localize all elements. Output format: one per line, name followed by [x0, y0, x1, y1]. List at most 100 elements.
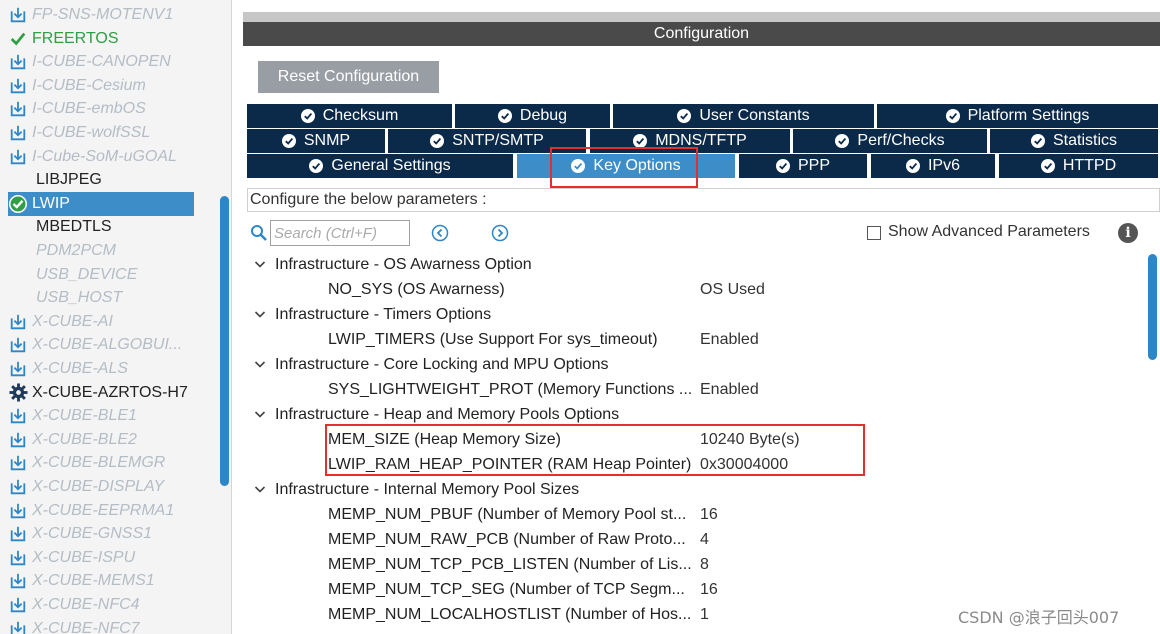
tab-label: Statistics — [1052, 132, 1117, 149]
param-value[interactable]: 16 — [700, 581, 718, 599]
param-value[interactable]: 16 — [700, 506, 718, 524]
tab-ppp[interactable]: PPP — [739, 154, 869, 178]
tab-label: SNTP/SMTP — [452, 132, 544, 149]
sidebar-item[interactable]: X-CUBE-ALGOBUI... — [8, 333, 194, 357]
chevron-down-icon[interactable] — [253, 257, 267, 271]
tree-param-row[interactable]: MEMP_NUM_TCP_SEG (Number of TCP Segm... 1… — [247, 577, 1147, 602]
sidebar-item[interactable]: I-CUBE-embOS — [8, 97, 194, 121]
sidebar-item[interactable]: LIBJPEG — [8, 168, 194, 192]
check-circle-icon — [430, 134, 445, 148]
sidebar-item[interactable]: X-CUBE-ISPU — [8, 546, 194, 570]
sidebar-item[interactable]: PDM2PCM — [8, 239, 194, 263]
sidebar-item[interactable]: I-CUBE-wolfSSL — [8, 121, 194, 145]
tab-snmp[interactable]: SNMP — [247, 129, 387, 153]
tree-group-row[interactable]: Infrastructure - Core Locking and MPU Op… — [247, 352, 1147, 377]
sidebar-item[interactable]: X-CUBE-DISPLAY — [8, 475, 194, 499]
param-value[interactable]: 8 — [700, 556, 709, 574]
tree-param-row[interactable]: MEMP_NUM_PBUF (Number of Memory Pool st.… — [247, 502, 1147, 527]
param-value[interactable]: OS Used — [700, 281, 765, 299]
reset-configuration-button[interactable]: Reset Configuration — [258, 61, 439, 93]
search-next-icon[interactable] — [491, 224, 509, 242]
sidebar-item[interactable]: FREERTOS — [8, 27, 194, 51]
download-icon — [8, 76, 28, 96]
sidebar-item-label: X-CUBE-ALGOBUI... — [32, 336, 183, 354]
sidebar-item-label: X-CUBE-MEMS1 — [32, 572, 155, 590]
search-icon — [251, 225, 267, 241]
tree-group-row[interactable]: Infrastructure - OS Awarness Option — [247, 252, 1147, 277]
search-previous-icon[interactable] — [431, 224, 449, 242]
search-input[interactable] — [270, 220, 410, 246]
sidebar-item[interactable]: FP-SNS-MOTENV1 — [8, 3, 194, 27]
sidebar-item[interactable]: USB_DEVICE — [8, 263, 194, 287]
sidebar-item[interactable]: I-CUBE-CANOPEN — [8, 50, 194, 74]
chevron-down-icon[interactable] — [253, 357, 267, 371]
tab-statistics[interactable]: Statistics — [990, 129, 1160, 153]
configuration-header: Configuration — [243, 22, 1160, 46]
sidebar-item[interactable]: X-CUBE-BLEMGR — [8, 451, 194, 475]
tab-label: User Constants — [699, 107, 810, 124]
param-value[interactable]: Enabled — [700, 381, 759, 399]
download-icon — [8, 359, 28, 379]
sidebar-item-label: X-CUBE-NFC7 — [32, 619, 140, 634]
tab-perf-checks[interactable]: Perf/Checks — [793, 129, 989, 153]
param-value[interactable]: 4 — [700, 531, 709, 549]
param-value[interactable]: Enabled — [700, 331, 759, 349]
tab-label: IPv6 — [927, 157, 960, 174]
download-icon — [8, 571, 28, 591]
tree-param-row[interactable]: LWIP_TIMERS (Use Support For sys_timeout… — [247, 327, 1147, 352]
tree-group-row[interactable]: Infrastructure - Internal Memory Pool Si… — [247, 477, 1147, 502]
sidebar-item[interactable]: USB_HOST — [8, 286, 194, 310]
tab-httpd[interactable]: HTTPD — [999, 154, 1160, 178]
sidebar-item[interactable]: X-CUBE-NFC7 — [8, 617, 194, 634]
check-circle-icon — [1040, 159, 1055, 173]
tab-ipv6[interactable]: IPv6 — [871, 154, 997, 178]
check-circle-icon — [497, 109, 512, 123]
group-label: Infrastructure - Core Locking and MPU Op… — [275, 355, 609, 373]
sidebar-item[interactable]: X-CUBE-GNSS1 — [8, 522, 194, 546]
download-icon — [8, 52, 28, 72]
tab-debug[interactable]: Debug — [455, 104, 612, 128]
tree-param-row[interactable]: MEMP_NUM_TCP_PCB_LISTEN (Number of Lis..… — [247, 552, 1147, 577]
sidebar-item-label: X-CUBE-BLE1 — [32, 407, 137, 425]
sidebar-item[interactable]: X-CUBE-BLE2 — [8, 428, 194, 452]
chevron-down-icon[interactable] — [253, 482, 267, 496]
download-icon — [8, 312, 28, 332]
tree-param-row[interactable]: SYS_LIGHTWEIGHT_PROT (Memory Functions .… — [247, 377, 1147, 402]
watermark: CSDN @浪子回头007 — [958, 608, 1120, 627]
download-icon — [8, 147, 28, 167]
sidebar-item[interactable]: X-CUBE-AI — [8, 310, 194, 334]
search-toolbar: Show Advanced Parameters i — [250, 220, 1150, 246]
sidebar-item[interactable]: X-CUBE-ALS — [8, 357, 194, 381]
sidebar-item[interactable]: X-CUBE-EEPRMA1 — [8, 499, 194, 523]
param-label: MEMP_NUM_TCP_PCB_LISTEN (Number of Lis..… — [328, 555, 692, 573]
tab-platform-settings[interactable]: Platform Settings — [877, 104, 1160, 128]
sidebar-item[interactable]: LWIP — [8, 191, 194, 216]
check-icon — [8, 29, 28, 49]
highlight-box-heap-params — [325, 424, 865, 476]
param-label: SYS_LIGHTWEIGHT_PROT (Memory Functions .… — [328, 380, 693, 398]
check-circle-icon — [775, 159, 790, 173]
show-advanced-checkbox[interactable] — [867, 226, 881, 240]
tab-general-settings[interactable]: General Settings — [247, 154, 515, 178]
sidebar-item[interactable]: X-CUBE-AZRTOS-H7 — [8, 381, 194, 405]
tab-checksum[interactable]: Checksum — [247, 104, 454, 128]
sidebar-item-label: I-CUBE-embOS — [32, 100, 146, 118]
sidebar-item[interactable]: X-CUBE-BLE1 — [8, 404, 194, 428]
tab-user-constants[interactable]: User Constants — [613, 104, 876, 128]
download-icon — [8, 477, 28, 497]
sidebar-item[interactable]: X-CUBE-MEMS1 — [8, 569, 194, 593]
sidebar-item[interactable]: MBEDTLS — [8, 215, 194, 239]
sidebar-item-label: X-CUBE-NFC4 — [32, 596, 140, 613]
param-value[interactable]: 1 — [700, 606, 709, 624]
sidebar-item[interactable]: X-CUBE-NFC4 — [8, 593, 194, 617]
tree-param-row[interactable]: NO_SYS (OS Awarness) OS Used — [247, 277, 1147, 302]
parameter-scrollbar[interactable] — [1148, 254, 1157, 360]
chevron-down-icon[interactable] — [253, 307, 267, 321]
sidebar-item[interactable]: I-Cube-SoM-uGOAL — [8, 145, 194, 169]
tree-group-row[interactable]: Infrastructure - Timers Options — [247, 302, 1147, 327]
sidebar-scrollbar[interactable] — [220, 196, 229, 486]
chevron-down-icon[interactable] — [253, 407, 267, 421]
sidebar-item[interactable]: I-CUBE-Cesium — [8, 74, 194, 98]
tree-param-row[interactable]: MEMP_NUM_RAW_PCB (Number of Raw Proto...… — [247, 527, 1147, 552]
info-icon[interactable]: i — [1118, 223, 1138, 243]
